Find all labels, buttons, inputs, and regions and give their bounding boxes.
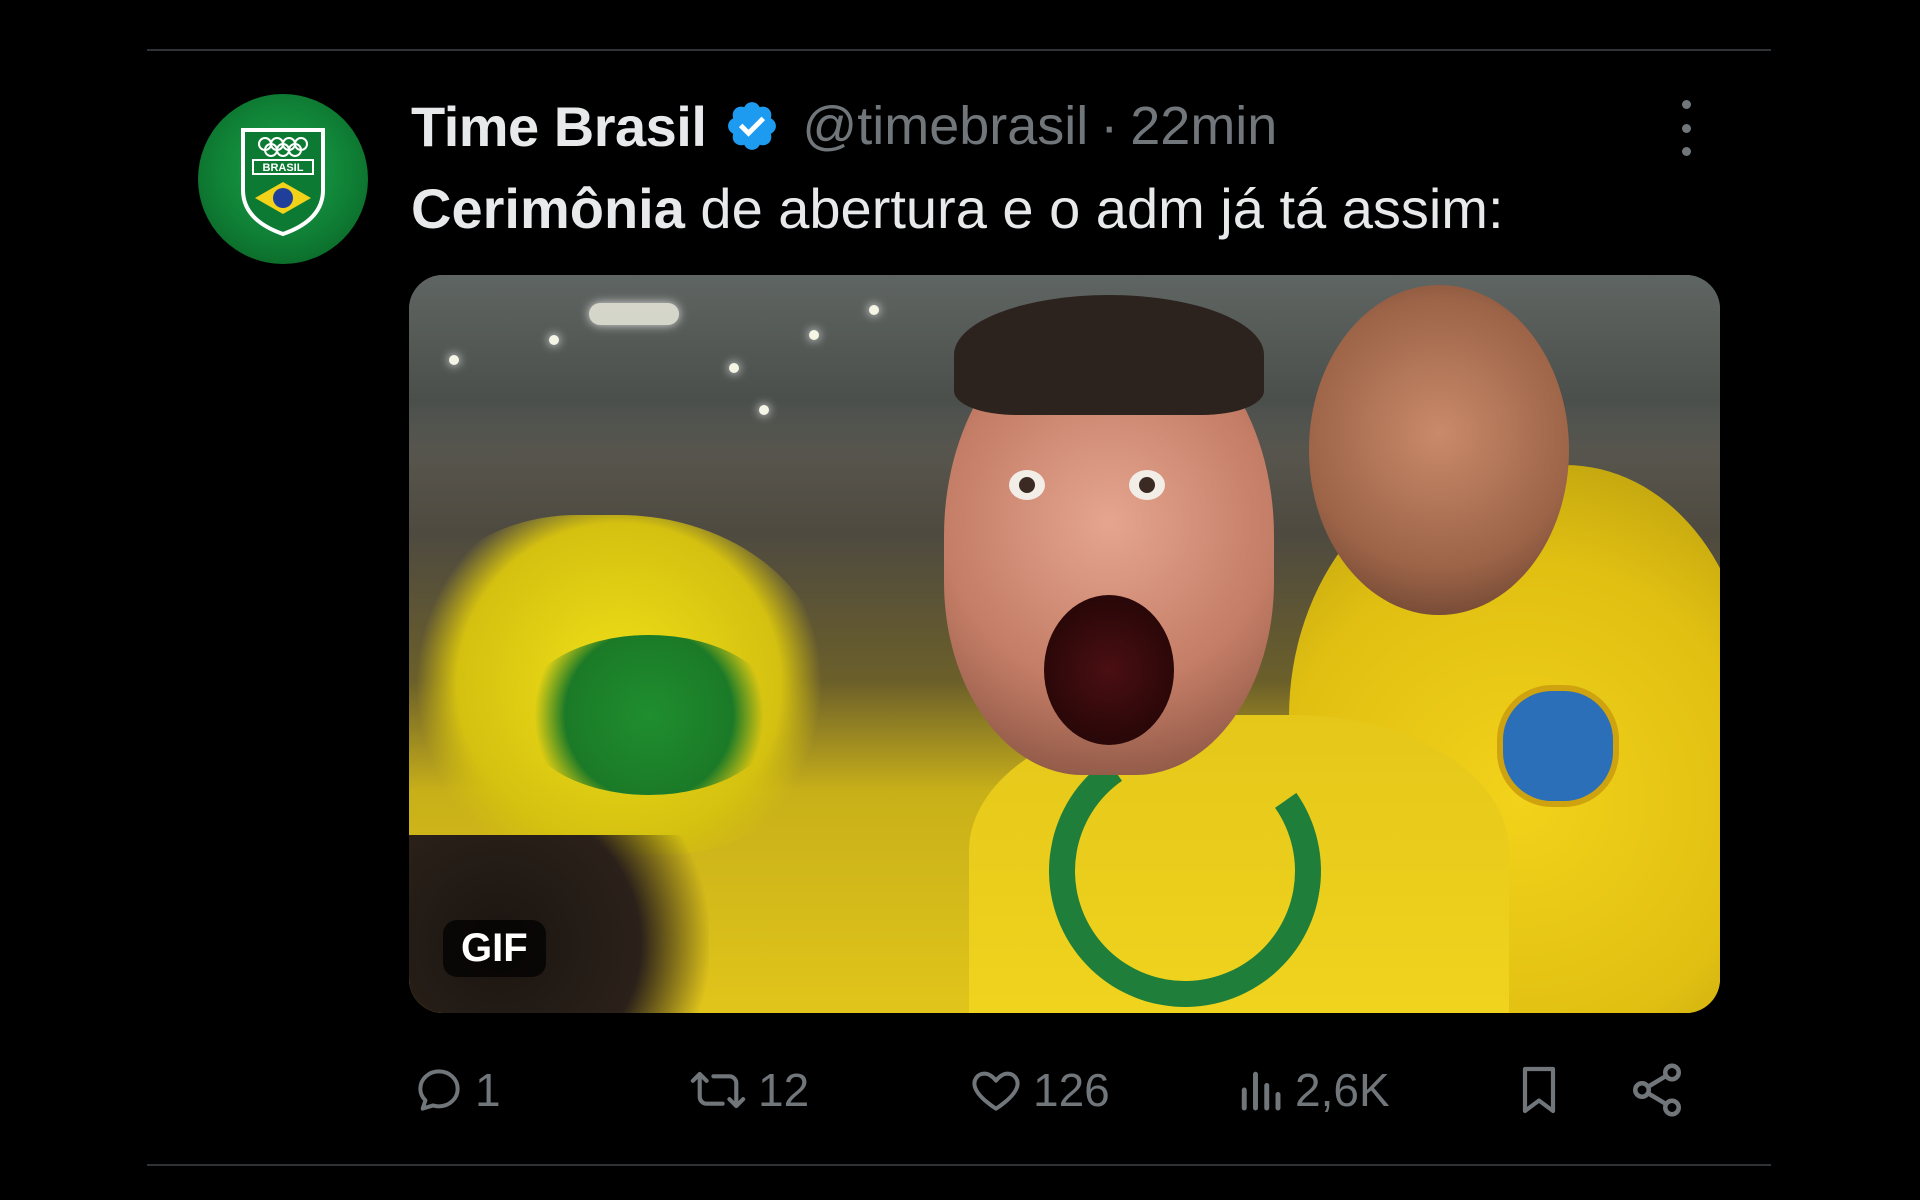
repost-icon [690,1071,746,1109]
media-light [869,305,879,315]
tweet-text-bold: Cerimônia [411,177,685,240]
avatar[interactable]: BRASIL [198,94,368,264]
verified-badge-icon [728,102,777,150]
author-handle[interactable]: @timebrasil [802,95,1088,157]
media-eye [1009,470,1045,500]
header-separator: · [1100,96,1119,156]
views-count: 2,6K [1295,1064,1390,1116]
tweet-header: Time Brasil @timebrasil · 22min [411,90,1277,162]
media-eye [1129,470,1165,500]
gif-badge: GIF [443,920,546,977]
media-light [549,335,559,345]
share-button[interactable] [1627,1055,1687,1125]
media-light [589,303,679,325]
share-icon [1632,1063,1682,1117]
media-light [449,355,459,365]
media-light [759,405,769,415]
like-button[interactable]: 126 [967,1055,1110,1125]
bookmark-button[interactable] [1511,1055,1567,1125]
like-icon [972,1071,1020,1111]
author-name[interactable]: Time Brasil [411,94,707,159]
tweet-timestamp[interactable]: 22min [1130,95,1277,157]
top-divider [147,49,1771,51]
olympic-shield-icon: BRASIL [241,128,325,237]
tweet-gif-media[interactable]: GIF [409,275,1720,1013]
bottom-divider [147,1164,1771,1166]
like-count: 126 [1033,1064,1110,1116]
views-icon [1241,1071,1281,1111]
reply-icon [418,1069,460,1111]
repost-button[interactable]: 12 [686,1055,809,1125]
media-light [729,363,739,373]
reply-count: 1 [475,1064,501,1116]
tweet-text: Cerimônia de abertura e o adm já tá assi… [411,176,1504,241]
repost-count: 12 [758,1064,810,1116]
media-person-right-head [1309,285,1569,615]
bookmark-icon [1522,1066,1556,1114]
action-bar: 1 12 126 2,6K [411,1055,1711,1125]
media-person-center-hair [954,295,1264,415]
media-mouth [1044,595,1174,745]
views-button[interactable]: 2,6K [1233,1055,1390,1125]
media-light [809,330,819,340]
tweet-text-rest: de abertura e o adm já tá assim: [684,177,1504,240]
more-icon[interactable] [1672,100,1700,156]
avatar-label: BRASIL [263,162,304,174]
reply-button[interactable]: 1 [411,1055,501,1125]
media-shirt-crest [1497,685,1619,807]
media-green-flag [519,635,779,795]
